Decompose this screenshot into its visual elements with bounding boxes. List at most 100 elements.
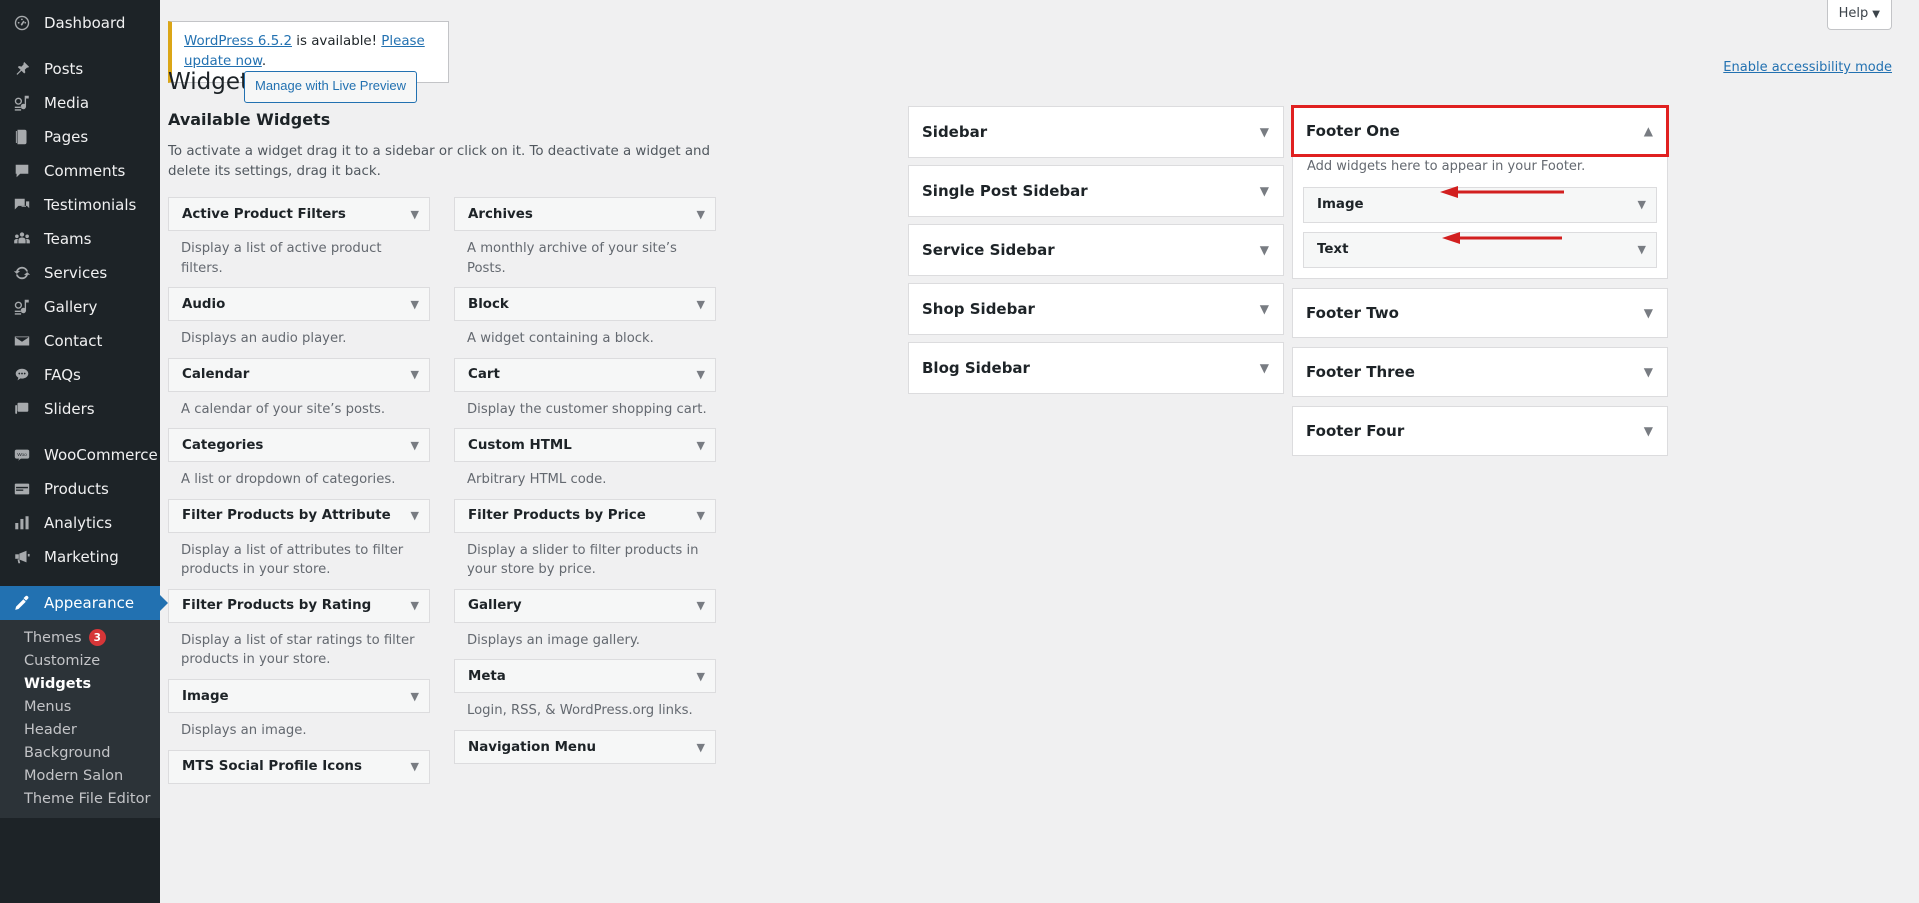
- menu-separator: [0, 574, 160, 586]
- widget-card[interactable]: Categories ▼: [168, 428, 430, 463]
- widget-card[interactable]: Cart ▼: [454, 357, 716, 392]
- sidebar-panel-header[interactable]: Footer Three ▼: [1293, 348, 1667, 396]
- widget-card[interactable]: Archives ▼: [454, 197, 716, 232]
- widget-card[interactable]: Filter Products by Price ▼: [454, 498, 716, 533]
- sidebar-item-posts[interactable]: Posts: [0, 52, 160, 86]
- submenu-item-themes[interactable]: Themes 3: [0, 626, 160, 649]
- sidebar-item-teams[interactable]: Teams: [0, 222, 160, 256]
- placed-widget-text[interactable]: Text ▼: [1303, 231, 1657, 268]
- wordpress-version-link[interactable]: WordPress 6.5.2: [184, 34, 292, 49]
- sidebar-panel-header[interactable]: Footer Two ▼: [1293, 289, 1667, 337]
- sidebar-item-dashboard[interactable]: Dashboard: [0, 6, 160, 40]
- chevron-down-icon[interactable]: ▼: [411, 760, 419, 773]
- chevron-down-icon[interactable]: ▼: [411, 599, 419, 612]
- sidebar-item-gallery[interactable]: Gallery: [0, 290, 160, 324]
- widget-card[interactable]: Filter Products by Rating ▼: [168, 588, 430, 623]
- sidebar-panel-header[interactable]: Shop Sidebar ▼: [909, 284, 1283, 334]
- admin-sidebar: Dashboard Posts Media Pages Comments Tes…: [0, 0, 168, 903]
- sidebar-panel-title: Footer Three: [1306, 362, 1415, 381]
- widget-card[interactable]: Navigation Menu ▼: [454, 730, 716, 764]
- widget-card[interactable]: MTS Social Profile Icons ▼: [168, 749, 430, 784]
- chevron-down-icon[interactable]: ▼: [1644, 306, 1653, 320]
- sidebar-panel-title: Blog Sidebar: [922, 359, 1030, 377]
- sidebar-item-analytics[interactable]: Analytics: [0, 506, 160, 540]
- chevron-down-icon[interactable]: ▼: [697, 368, 705, 381]
- chevron-down-icon[interactable]: ▼: [697, 741, 705, 754]
- pin-icon: [12, 59, 32, 79]
- chevron-down-icon[interactable]: ▼: [1644, 365, 1653, 379]
- widget-card[interactable]: Custom HTML ▼: [454, 428, 716, 463]
- sidebar-panel-header[interactable]: Footer Four ▼: [1293, 407, 1667, 455]
- placed-widget-image[interactable]: Image ▼: [1303, 186, 1657, 223]
- widget-card[interactable]: Filter Products by Attribute ▼: [168, 498, 430, 533]
- chevron-down-icon[interactable]: ▼: [1260, 184, 1269, 198]
- sidebar-item-contact[interactable]: Contact: [0, 324, 160, 358]
- sidebar-panel-header[interactable]: Footer One ▲: [1291, 105, 1669, 157]
- sidebar-item-testimonials[interactable]: Testimonials: [0, 188, 160, 222]
- sidebar-item-appearance[interactable]: Appearance: [0, 586, 168, 620]
- widget-title: Cart: [468, 367, 500, 383]
- help-toggle-button[interactable]: Help ▼: [1826, 0, 1892, 31]
- submenu-item-modern-salon[interactable]: Modern Salon: [0, 764, 160, 787]
- chevron-down-icon[interactable]: ▼: [1260, 302, 1269, 316]
- chevron-down-icon[interactable]: ▼: [411, 368, 419, 381]
- chevron-down-icon[interactable]: ▼: [1260, 361, 1269, 375]
- chevron-down-icon[interactable]: ▼: [411, 690, 419, 703]
- submenu-item-menus[interactable]: Menus: [0, 695, 160, 718]
- widget-card[interactable]: Meta ▼: [454, 659, 716, 694]
- widget-card[interactable]: Block ▼: [454, 287, 716, 322]
- sidebar-item-sliders[interactable]: Sliders: [0, 392, 160, 426]
- widget-card[interactable]: Calendar ▼: [168, 357, 430, 392]
- chevron-down-icon[interactable]: ▼: [1638, 243, 1646, 256]
- chevron-down-icon[interactable]: ▼: [697, 509, 705, 522]
- chevron-down-icon[interactable]: ▼: [697, 208, 705, 221]
- sidebar-item-marketing[interactable]: Marketing: [0, 540, 160, 574]
- chevron-down-icon[interactable]: ▼: [411, 509, 419, 522]
- faq-icon: [12, 365, 32, 385]
- sidebar-item-comments[interactable]: Comments: [0, 154, 160, 188]
- chevron-down-icon[interactable]: ▼: [411, 298, 419, 311]
- widget-card[interactable]: Image ▼: [168, 679, 430, 713]
- main-content: Help ▼ WordPress 6.5.2 is available! Plea…: [160, 0, 1919, 903]
- widget-title: Navigation Menu: [468, 739, 597, 755]
- chevron-down-icon[interactable]: ▼: [697, 439, 705, 452]
- widget-title: Gallery: [468, 598, 522, 614]
- sidebar-panel-header[interactable]: Sidebar ▼: [909, 107, 1283, 157]
- chevron-down-icon[interactable]: ▼: [697, 298, 705, 311]
- sidebar-item-label: FAQs: [44, 365, 81, 384]
- sidebar-panel-title: Footer Four: [1306, 421, 1405, 440]
- sidebar-panel-header[interactable]: Single Post Sidebar ▼: [909, 166, 1283, 216]
- submenu-item-header[interactable]: Header: [0, 718, 160, 741]
- sidebar-item-pages[interactable]: Pages: [0, 120, 160, 154]
- widget-card[interactable]: Gallery ▼: [454, 588, 716, 623]
- submenu-item-theme-file-editor[interactable]: Theme File Editor: [0, 787, 160, 810]
- widget-card[interactable]: Active Product Filters ▼: [168, 197, 430, 232]
- sidebar-item-media[interactable]: Media: [0, 86, 160, 120]
- chevron-down-icon[interactable]: ▼: [1644, 424, 1653, 438]
- sidebar-item-services[interactable]: Services: [0, 256, 160, 290]
- submenu-item-customize[interactable]: Customize: [0, 649, 160, 672]
- chevron-down-icon[interactable]: ▼: [1260, 125, 1269, 139]
- widget-card[interactable]: Audio ▼: [168, 287, 430, 322]
- submenu-item-widgets[interactable]: Widgets: [0, 672, 160, 695]
- chevron-down-icon[interactable]: ▼: [411, 208, 419, 221]
- chevron-up-icon[interactable]: ▲: [1644, 124, 1653, 138]
- sidebar-item-products[interactable]: Products: [0, 472, 160, 506]
- chevron-down-icon[interactable]: ▼: [1638, 198, 1646, 211]
- submenu-item-label: Widgets: [24, 675, 92, 692]
- widget-title: Custom HTML: [468, 437, 572, 453]
- chevron-down-icon[interactable]: ▼: [697, 599, 705, 612]
- sidebar-panel-header[interactable]: Service Sidebar ▼: [909, 225, 1283, 275]
- sidebar-item-faqs[interactable]: FAQs: [0, 358, 160, 392]
- chevron-down-icon[interactable]: ▼: [1260, 243, 1269, 257]
- sidebar-item-woocommerce[interactable]: Woo WooCommerce: [0, 438, 160, 472]
- sidebar-panel-header[interactable]: Blog Sidebar ▼: [909, 343, 1283, 393]
- manage-with-live-preview-button[interactable]: Manage with Live Preview: [244, 71, 418, 103]
- chevron-down-icon[interactable]: ▼: [411, 439, 419, 452]
- enable-accessibility-mode-link[interactable]: Enable accessibility mode: [1723, 60, 1892, 75]
- chevron-down-icon[interactable]: ▼: [697, 670, 705, 683]
- available-widgets-grid: Active Product Filters ▼ Display a list …: [168, 197, 716, 784]
- submenu-item-background[interactable]: Background: [0, 741, 160, 764]
- available-widgets-panel: Available Widgets To activate a widget d…: [168, 110, 716, 784]
- sidebar-panel-footer-three: Footer Three ▼: [1292, 346, 1668, 397]
